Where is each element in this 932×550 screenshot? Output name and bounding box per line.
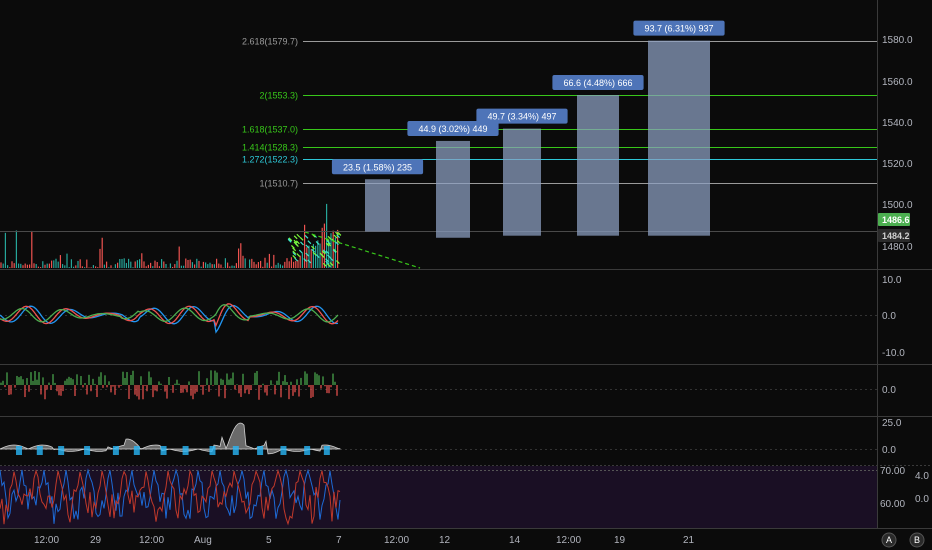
measure-box [503, 128, 541, 236]
oscillator-tick: 10.0 [882, 275, 902, 286]
price-tick: 1540.0 [882, 118, 913, 129]
log-scale-button[interactable]: B [909, 532, 925, 548]
measure-box [648, 40, 710, 236]
auto-scale-button[interactable]: A [881, 532, 897, 548]
measure-box [365, 179, 390, 232]
time-label: 21 [683, 535, 695, 546]
measure-label: 66.6 (4.48%) 666 [563, 78, 632, 88]
momentum-marker [232, 446, 239, 455]
measure-label: 49.7 (3.34%) 497 [487, 112, 556, 122]
oscillator-tick: -10.0 [882, 348, 905, 359]
price-tick: 1560.0 [882, 77, 913, 88]
time-label: 12 [439, 535, 451, 546]
momentum-marker [36, 446, 43, 455]
momentum-marker [280, 446, 287, 455]
histogram-axis: 0.0 [882, 385, 896, 396]
fib-level-label: 1.272(1522.3) [242, 155, 298, 165]
momentum-tick: 0.0 [882, 445, 896, 456]
stochastic-right-tick: 0.0 [915, 494, 929, 505]
fib-level-label: 2.618(1579.7) [242, 37, 298, 47]
log-scale-label: B [914, 535, 920, 545]
time-label: 5 [266, 535, 272, 546]
fib-level-label: 1.618(1537.0) [242, 125, 298, 135]
momentum-marker [160, 446, 167, 455]
fib-level-label: 1(1510.7) [259, 179, 298, 189]
auto-scale-label: A [886, 535, 892, 545]
time-label: 12:00 [34, 535, 59, 546]
stochastic-tick: 60.00 [880, 499, 905, 510]
time-label: 12:00 [556, 535, 581, 546]
stochastic-tick: 70.00 [880, 466, 905, 477]
momentum-marker [112, 446, 119, 455]
momentum-marker [16, 446, 23, 455]
time-label: 29 [90, 535, 102, 546]
momentum-marker [58, 446, 65, 455]
measure-label: 23.5 (1.58%) 235 [343, 162, 412, 172]
price-tick: 1500.0 [882, 200, 913, 211]
momentum-marker [323, 446, 330, 455]
momentum-marker [257, 446, 264, 455]
measure-box [436, 140, 470, 238]
price-tick: 1480.0 [882, 242, 913, 253]
stochastic-pane-background [0, 466, 878, 528]
stochastic-right-tick: 4.0 [915, 471, 929, 482]
oscillator-tick: 0.0 [882, 311, 896, 322]
momentum-tick: 25.0 [882, 418, 902, 429]
momentum-marker [133, 446, 140, 455]
momentum-marker [182, 446, 189, 455]
secondary-price-value: 1484.2 [882, 231, 910, 241]
price-tick: 1520.0 [882, 159, 913, 170]
time-label: 12:00 [384, 535, 409, 546]
momentum-marker [209, 446, 216, 455]
time-label: 7 [336, 535, 342, 546]
measure-label: 93.7 (6.31%) 937 [644, 24, 713, 34]
time-label: 12:00 [139, 535, 164, 546]
last-price-value: 1486.6 [882, 215, 910, 225]
momentum-marker [304, 446, 311, 455]
time-label: 14 [509, 535, 521, 546]
trading-chart[interactable]: 2.618(1579.7) 2(1553.3) 1.618(1537.0) 1.414… [0, 0, 932, 550]
fib-level-label: 1.414(1528.3) [242, 143, 298, 153]
histogram-tick: 0.0 [882, 385, 896, 396]
measure-box [577, 95, 619, 236]
time-label: Aug [194, 535, 212, 546]
measure-label: 44.9 (3.02%) 449 [418, 124, 487, 134]
fib-level-label: 2(1553.3) [259, 91, 298, 101]
price-tick: 1580.0 [882, 35, 913, 46]
time-label: 19 [614, 535, 626, 546]
momentum-marker [84, 446, 91, 455]
